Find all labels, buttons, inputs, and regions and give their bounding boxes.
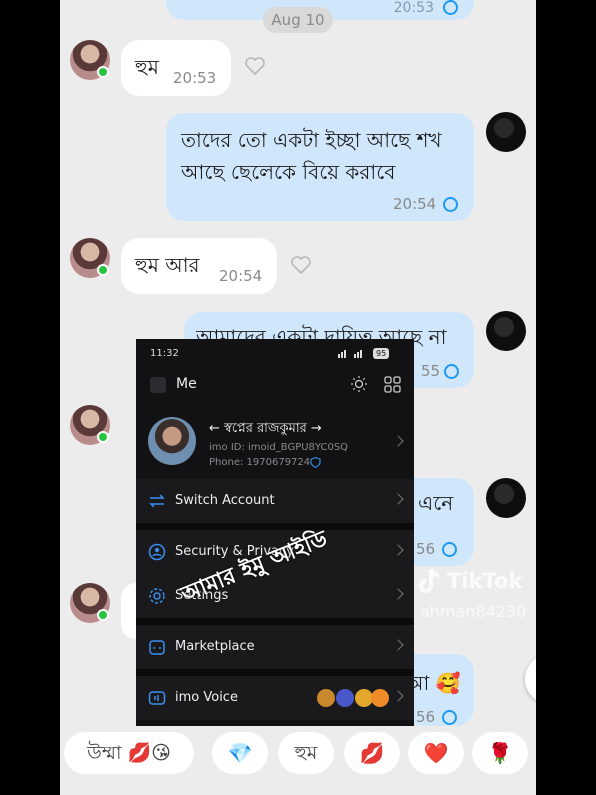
heart-icon[interactable] xyxy=(289,253,313,277)
badge-icon xyxy=(336,689,354,707)
message-text: হুম আর xyxy=(135,253,200,277)
quick-reply-label: 💎 xyxy=(227,741,253,765)
menu-label: Switch Account xyxy=(175,493,275,508)
read-receipt-icon xyxy=(443,197,458,212)
quick-reply-chip[interactable]: 💎 xyxy=(212,732,268,774)
status-bar: 11:32 95 xyxy=(136,339,414,367)
message-time: 55 xyxy=(421,362,441,380)
quick-reply-label: ❤️ xyxy=(423,741,449,765)
menu-label: Marketplace xyxy=(175,639,255,654)
message-text: আ 🥰 xyxy=(406,671,461,695)
chevron-down-icon xyxy=(525,654,536,704)
message-time: 20:53 xyxy=(393,0,434,16)
chevron-right-icon xyxy=(392,639,404,651)
scroll-to-bottom-button[interactable] xyxy=(525,654,536,704)
imo-voice-item[interactable]: imo Voice xyxy=(136,676,414,720)
read-receipt-icon xyxy=(443,0,458,15)
quick-reply-label: উম্মা 💋😘 xyxy=(87,742,171,764)
quick-reply-label: 🌹 xyxy=(487,741,513,765)
status-time: 11:32 xyxy=(150,348,179,359)
online-status-dot xyxy=(97,264,109,276)
imo-profile-overlay: 11:32 95 Me ← স্বপ্নের রাজকুমার → imo ID… xyxy=(136,339,414,726)
tiktok-handle: ahman84230 xyxy=(420,602,527,621)
profile-card[interactable]: ← স্বপ্নের রাজকুমার → imo ID: imoid_BGPU… xyxy=(136,409,414,479)
message-text: এনে xyxy=(418,491,454,515)
read-receipt-icon xyxy=(442,542,457,557)
verified-icon xyxy=(310,457,321,468)
chevron-right-icon xyxy=(392,435,404,447)
quick-reply-chip[interactable]: উম্মা 💋😘 xyxy=(64,732,194,774)
read-receipt-icon xyxy=(444,364,459,379)
message-time: 56 xyxy=(416,708,436,726)
chevron-right-icon xyxy=(392,493,404,505)
message-text-line: তাদের তো একটা ইচ্ছা আছে শখ xyxy=(181,128,442,152)
menu-label: imo Voice xyxy=(175,690,238,705)
voice-badges xyxy=(317,689,389,707)
read-receipt-icon xyxy=(442,710,457,725)
marketplace-item[interactable]: Marketplace xyxy=(136,625,414,669)
quick-reply-label: হুম xyxy=(294,742,318,764)
gear-icon xyxy=(149,588,165,604)
imo-id: imo ID: imoid_BGPU8YC0SQ xyxy=(209,442,349,453)
quick-reply-chip[interactable]: 💋 xyxy=(344,732,400,774)
my-avatar[interactable] xyxy=(486,311,526,351)
message-text: হুম xyxy=(135,55,159,79)
message-time: 20:54 xyxy=(393,195,437,213)
message-time: 56 xyxy=(416,540,436,558)
profile-name: ← স্বপ্নের রাজকুমার → xyxy=(209,421,322,436)
my-avatar[interactable] xyxy=(486,478,526,518)
online-status-dot xyxy=(97,66,109,78)
header-title: Me xyxy=(176,376,197,392)
online-status-dot xyxy=(97,609,109,621)
date-separator: Aug 10 xyxy=(263,7,333,33)
message-time: 20:53 xyxy=(173,69,217,87)
chevron-right-icon xyxy=(392,588,404,600)
badge-icon xyxy=(371,689,389,707)
message-text-line: আছে ছেলেকে বিয়ে করাবে xyxy=(181,160,396,184)
brightness-icon[interactable] xyxy=(351,376,367,392)
quick-reply-chip[interactable]: হুম xyxy=(278,732,334,774)
switch-arrows-icon xyxy=(149,494,165,508)
message-bubble-incoming[interactable]: হুম আর 20:54 xyxy=(121,238,277,294)
menu-icon[interactable] xyxy=(150,377,166,393)
quick-reply-chip[interactable]: ❤️ xyxy=(408,732,464,774)
tiktok-brand: TikTok xyxy=(447,569,523,593)
online-status-dot xyxy=(97,431,109,443)
message-bubble-outgoing[interactable]: তাদের তো একটা ইচ্ছা আছে শখ আছে ছেলেকে বি… xyxy=(166,113,474,221)
chevron-right-icon xyxy=(392,544,404,556)
badge-icon xyxy=(317,689,335,707)
store-icon xyxy=(149,640,165,655)
shield-user-icon xyxy=(148,543,166,561)
my-avatar[interactable] xyxy=(486,112,526,152)
signal-icon xyxy=(338,350,362,358)
heart-icon[interactable] xyxy=(243,54,267,78)
profile-avatar[interactable] xyxy=(148,417,196,465)
tiktok-logo-icon xyxy=(419,568,440,593)
chevron-right-icon xyxy=(392,690,404,702)
message-time: 20:54 xyxy=(219,267,263,285)
quick-reply-label: 💋 xyxy=(359,741,385,765)
phone-number: Phone: 1970679724 xyxy=(209,457,311,468)
voice-icon xyxy=(148,691,166,705)
qr-code-icon[interactable] xyxy=(384,376,401,393)
message-bubble-incoming[interactable]: হুম 20:53 xyxy=(121,40,231,96)
quick-reply-chip[interactable]: 🌹 xyxy=(472,732,528,774)
switch-account-item[interactable]: Switch Account xyxy=(136,479,414,523)
battery-indicator: 95 xyxy=(373,348,390,359)
